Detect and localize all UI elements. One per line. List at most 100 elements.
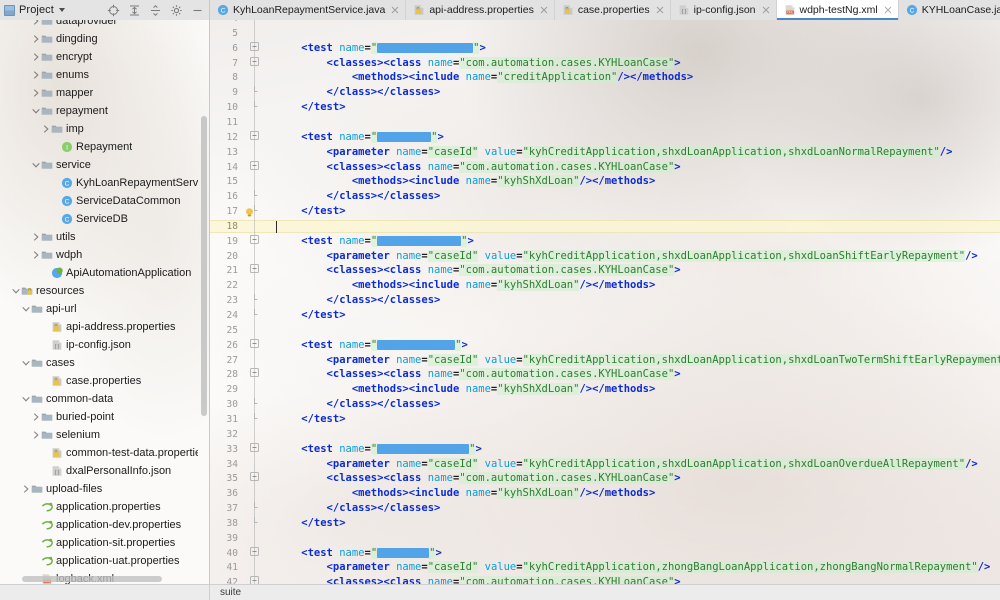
chevron-right-icon[interactable] — [20, 485, 31, 493]
chevron-right-icon[interactable] — [30, 71, 41, 79]
minimize-icon[interactable] — [191, 4, 204, 17]
tree-item-utils[interactable]: utils — [0, 228, 200, 246]
tree-item-service[interactable]: service — [0, 156, 200, 174]
tree-item-imp[interactable]: imp — [0, 120, 200, 138]
fold-collapse-icon[interactable] — [250, 56, 259, 66]
project-tree[interactable]: dataprovider dingding encrypt enums mapper re… — [0, 20, 200, 584]
editor-tab-case-properties[interactable]: case.properties — [554, 0, 671, 20]
breadcrumb[interactable]: suite — [210, 587, 241, 598]
fold-end-icon[interactable] — [250, 398, 259, 407]
settings-gear-icon[interactable] — [170, 4, 183, 17]
chevron-right-icon[interactable] — [30, 53, 41, 61]
chevron-right-icon[interactable] — [30, 413, 41, 421]
chevron-down-icon[interactable] — [20, 395, 31, 403]
fold-collapse-icon[interactable] — [250, 160, 259, 170]
close-icon[interactable] — [656, 6, 664, 14]
fold-collapse-icon[interactable] — [250, 442, 259, 452]
tree-item-common-test-data-propertie[interactable]: common-test-data.propertie — [0, 444, 200, 462]
chevron-right-icon[interactable] — [30, 251, 41, 259]
fold-collapse-icon[interactable] — [250, 264, 259, 274]
fold-end-icon[interactable] — [250, 309, 259, 318]
editor-tab-ip-config-json[interactable]: { } ip-config.json — [670, 0, 777, 20]
tree-item-encrypt[interactable]: encrypt — [0, 48, 200, 66]
editor-tab-kyhloancase-java[interactable]: C KYHLoanCase.java — [898, 0, 1000, 20]
code-token-tag: /></methods> — [617, 71, 694, 84]
tree-item-enums[interactable]: enums — [0, 66, 200, 84]
tree-item-cases[interactable]: cases — [0, 354, 200, 372]
fold-collapse-icon[interactable] — [250, 41, 259, 51]
tree-item-application-dev-properties[interactable]: application-dev.properties — [0, 516, 200, 534]
intention-bulb-icon[interactable] — [244, 205, 255, 217]
tree-vertical-scrollbar[interactable] — [201, 116, 207, 416]
chevron-down-icon[interactable] — [30, 107, 41, 115]
tree-horizontal-scrollbar[interactable] — [22, 576, 162, 582]
close-icon[interactable] — [884, 6, 892, 14]
code-token-tag: /></methods> — [579, 279, 656, 292]
tree-item-application-uat-properties[interactable]: application-uat.properties — [0, 552, 200, 570]
fold-collapse-icon[interactable] — [250, 576, 259, 584]
code-line: <methods><include name="kyhShXdLoan"/></… — [266, 175, 655, 188]
tree-item-dingding[interactable]: dingding — [0, 30, 200, 48]
editor-tab-kyhloanrepaymentservice-java[interactable]: C KyhLoanRepaymentService.java — [210, 0, 407, 20]
tree-item-repayment[interactable]: repayment — [0, 102, 200, 120]
tree-item-buried-point[interactable]: buried-point — [0, 408, 200, 426]
tree-item-servicedatacommon[interactable]: C ServiceDataCommon — [0, 192, 200, 210]
tree-item-servicedb[interactable]: C ServiceDB — [0, 210, 200, 228]
editor-gutter[interactable]: 4 5 6 7 8 9 10 11 12 13 14 15 16 17 18 19 20 21 22 23 24 25 26… — [210, 20, 266, 584]
fold-end-icon[interactable] — [250, 294, 259, 303]
fold-collapse-icon[interactable] — [250, 546, 259, 556]
fold-end-icon[interactable] — [250, 86, 259, 95]
tree-item-selenium[interactable]: selenium — [0, 426, 200, 444]
chevron-down-icon[interactable] — [30, 161, 41, 169]
chevron-down-icon[interactable] — [20, 305, 31, 313]
chevron-right-icon[interactable] — [40, 125, 51, 133]
chevron-right-icon[interactable] — [30, 35, 41, 43]
fold-end-icon[interactable] — [250, 101, 259, 110]
editor-tab-wdph-testng-xml[interactable]: XML wdph-testNg.xml — [776, 0, 899, 20]
tree-item-apiautomationapplication[interactable]: ApiAutomationApplication — [0, 264, 200, 282]
chevron-right-icon[interactable] — [30, 431, 41, 439]
tree-item-dxalpersonalinfo-json[interactable]: { } dxalPersonalInfo.json — [0, 462, 200, 480]
chevron-right-icon[interactable] — [30, 233, 41, 241]
tree-item-kyhloanrepaymentservic[interactable]: C KyhLoanRepaymentServic — [0, 174, 200, 192]
project-panel-title[interactable]: Project — [4, 4, 65, 16]
tree-item-mapper[interactable]: mapper — [0, 84, 200, 102]
expand-all-icon[interactable] — [149, 4, 162, 17]
fold-end-icon[interactable] — [250, 412, 259, 422]
tree-item-upload-files[interactable]: upload-files — [0, 480, 200, 498]
tree-item-application-sit-properties[interactable]: application-sit.properties — [0, 534, 200, 552]
tree-item-case-properties[interactable]: case.properties — [0, 372, 200, 390]
code-text-layer[interactable]: <test name=" "> <classes><class name="com.… — [266, 20, 1000, 584]
tree-item-resources[interactable]: resources — [0, 282, 200, 300]
close-icon[interactable] — [762, 6, 770, 14]
close-icon[interactable] — [391, 6, 399, 14]
locate-icon[interactable] — [107, 4, 120, 17]
tree-item-api-url[interactable]: api-url — [0, 300, 200, 318]
code-editor[interactable]: 4 5 6 7 8 9 10 11 12 13 14 15 16 17 18 19 20 21 22 23 24 25 26… — [210, 20, 1000, 584]
fold-end-icon[interactable] — [250, 516, 259, 526]
fold-collapse-icon[interactable] — [250, 234, 259, 244]
tree-item-application-properties[interactable]: application.properties — [0, 498, 200, 516]
tree-item-api-address-properties[interactable]: api-address.properties — [0, 318, 200, 336]
project-panel-toolbar: Project — [0, 0, 210, 20]
fold-collapse-icon[interactable] — [250, 472, 259, 482]
chevron-right-icon[interactable] — [30, 20, 41, 25]
chevron-down-icon[interactable] — [20, 359, 31, 367]
editor-tab-api-address-properties[interactable]: api-address.properties — [406, 0, 555, 20]
fold-end-icon[interactable] — [250, 190, 259, 199]
tree-item-repayment[interactable]: I Repayment — [0, 138, 200, 156]
tree-item-common-data[interactable]: common-data — [0, 390, 200, 408]
tree-item-wdph[interactable]: wdph — [0, 246, 200, 264]
fold-end-icon[interactable] — [250, 502, 259, 511]
chevron-down-icon[interactable] — [58, 8, 65, 12]
chevron-down-icon[interactable] — [10, 287, 21, 295]
collapse-all-icon[interactable] — [128, 4, 141, 17]
fold-collapse-icon[interactable] — [250, 368, 259, 378]
chevron-right-icon[interactable] — [30, 89, 41, 97]
close-icon[interactable] — [540, 6, 548, 14]
tree-item-dataprovider[interactable]: dataprovider — [0, 20, 200, 30]
tree-item-ip-config-json[interactable]: { } ip-config.json — [0, 336, 200, 354]
fold-collapse-icon[interactable] — [250, 338, 259, 348]
fold-collapse-icon[interactable] — [250, 130, 259, 140]
status-bar: suite — [0, 584, 1000, 600]
